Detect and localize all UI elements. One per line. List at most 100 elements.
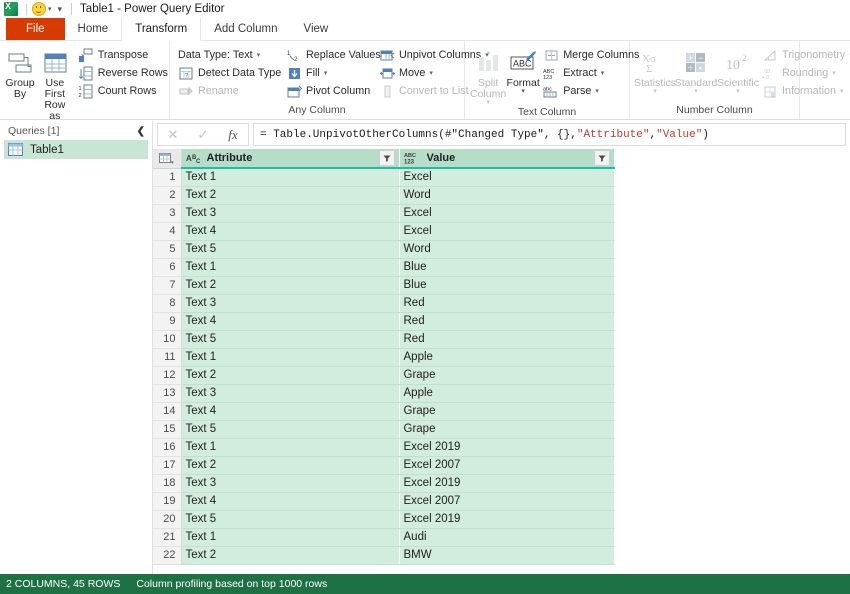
count-rows-button[interactable]: 1 2 Count Rows [75, 82, 171, 100]
cell-attribute[interactable]: Text 2 [181, 366, 399, 384]
fill-button[interactable]: Fill ▾ [283, 64, 376, 82]
extract-button[interactable]: ABC 123 Extract ▾ [540, 64, 642, 82]
unpivot-columns-button[interactable]: Unpivot Columns ▾ [376, 46, 470, 64]
cell-value[interactable]: Excel 2007 [399, 456, 614, 474]
cell-value[interactable]: Apple [399, 348, 614, 366]
smiley-icon[interactable] [32, 2, 46, 16]
cell-attribute[interactable]: Text 4 [181, 312, 399, 330]
move-button[interactable]: Move ▾ [376, 64, 470, 82]
select-all-table-icon[interactable] [153, 149, 181, 168]
formula-cancel-button[interactable]: ✕ [158, 124, 188, 145]
tab-transform[interactable]: Transform [121, 18, 201, 41]
table-row[interactable]: 3Text 3Excel [153, 204, 614, 222]
table-row[interactable]: 13Text 3Apple [153, 384, 614, 402]
table-row[interactable]: 8Text 3Red [153, 294, 614, 312]
cell-value[interactable]: Grape [399, 420, 614, 438]
standard-button[interactable]: + − ÷ × Standard ▾ [675, 45, 717, 95]
cell-value[interactable]: Red [399, 294, 614, 312]
table-row[interactable]: 22Text 2BMW [153, 546, 614, 564]
information-caret-icon[interactable]: ▾ [840, 87, 844, 95]
filter-dropdown-attribute[interactable] [379, 150, 395, 166]
cell-attribute[interactable]: Text 4 [181, 402, 399, 420]
cell-attribute[interactable]: Text 1 [181, 528, 399, 546]
cell-value[interactable]: Red [399, 312, 614, 330]
table-row[interactable]: 15Text 5Grape [153, 420, 614, 438]
data-type-button[interactable]: Data Type: Text ▾ [175, 46, 283, 64]
standard-caret-icon[interactable]: ▾ [694, 89, 698, 95]
cell-value[interactable]: Grape [399, 402, 614, 420]
cell-value[interactable]: Excel 2007 [399, 492, 614, 510]
group-by-button[interactable]: Group By [5, 45, 35, 100]
table-row[interactable]: 16Text 1Excel 2019 [153, 438, 614, 456]
format-caret-icon[interactable]: ▾ [521, 89, 525, 95]
query-list-item-table1[interactable]: Table1 [4, 140, 148, 159]
table-row[interactable]: 9Text 4Red [153, 312, 614, 330]
scientific-button[interactable]: 10 2 Scientific ▾ [717, 45, 759, 95]
pivot-column-button[interactable]: Pivot Column [283, 82, 376, 100]
move-caret-icon[interactable]: ▾ [429, 69, 433, 77]
cell-attribute[interactable]: Text 5 [181, 510, 399, 528]
column-header-value[interactable]: ABC 123 Value [399, 149, 614, 168]
replace-values-button[interactable]: 1 2 Replace Values ▾ [283, 46, 376, 64]
statistics-caret-icon[interactable]: ▾ [653, 89, 657, 95]
cell-attribute[interactable]: Text 2 [181, 546, 399, 564]
table-row[interactable]: 19Text 4Excel 2007 [153, 492, 614, 510]
detect-data-type-button[interactable]: ? Detect Data Type [175, 64, 283, 82]
cell-attribute[interactable]: Text 1 [181, 258, 399, 276]
table-row[interactable]: 4Text 4Excel [153, 222, 614, 240]
cell-attribute[interactable]: Text 4 [181, 492, 399, 510]
reverse-rows-button[interactable]: Reverse Rows [75, 64, 171, 82]
cell-value[interactable]: Excel [399, 222, 614, 240]
rounding-caret-icon[interactable]: ▾ [832, 69, 836, 77]
column-type-text-icon[interactable]: A B C [186, 152, 203, 165]
cell-value[interactable]: Red [399, 330, 614, 348]
statistics-button[interactable]: Χσ Σ Statistics ▾ [635, 45, 675, 95]
column-header-attribute[interactable]: A B C Attribute [181, 149, 399, 168]
cell-attribute[interactable]: Text 1 [181, 438, 399, 456]
scientific-caret-icon[interactable]: ▾ [736, 89, 740, 95]
table-row[interactable]: 6Text 1Blue [153, 258, 614, 276]
tab-add-column[interactable]: Add Column [201, 18, 290, 40]
parse-caret-icon[interactable]: ▾ [595, 87, 599, 95]
cell-attribute[interactable]: Text 5 [181, 240, 399, 258]
feedback-caret-icon[interactable]: ▾ [48, 5, 52, 13]
cell-value[interactable]: Blue [399, 276, 614, 294]
information-button[interactable]: Information ▾ [759, 82, 850, 100]
cell-value[interactable]: Excel 2019 [399, 438, 614, 456]
cell-attribute[interactable]: Text 3 [181, 294, 399, 312]
cell-attribute[interactable]: Text 1 [181, 168, 399, 186]
formula-input[interactable]: = Table.UnpivotOtherColumns(#"Changed Ty… [253, 123, 846, 146]
customize-quick-access-toolbar-icon[interactable]: ▾ [58, 5, 63, 14]
cell-value[interactable]: Blue [399, 258, 614, 276]
transpose-button[interactable]: Transpose [75, 46, 171, 64]
tab-file[interactable]: File [6, 18, 65, 40]
tab-view[interactable]: View [291, 18, 342, 40]
cell-attribute[interactable]: Text 4 [181, 222, 399, 240]
convert-to-list-button[interactable]: Convert to List [376, 82, 470, 100]
filter-dropdown-value[interactable] [594, 150, 610, 166]
rename-button[interactable]: Rename [175, 82, 283, 100]
collapse-queries-pane-icon[interactable]: ❮ [137, 126, 145, 137]
column-type-any-icon[interactable]: ABC 123 [404, 151, 423, 165]
cell-attribute[interactable]: Text 3 [181, 474, 399, 492]
cell-attribute[interactable]: Text 2 [181, 456, 399, 474]
cell-attribute[interactable]: Text 5 [181, 330, 399, 348]
table-row[interactable]: 21Text 1Audi [153, 528, 614, 546]
fill-caret-icon[interactable]: ▾ [324, 69, 328, 77]
table-row[interactable]: 5Text 5Word [153, 240, 614, 258]
table-row[interactable]: 18Text 3Excel 2019 [153, 474, 614, 492]
data-type-caret-icon[interactable]: ▾ [257, 51, 261, 59]
split-column-button[interactable]: Split Column ▾ [470, 45, 506, 106]
trigonometry-button[interactable]: Trigonometry ▾ [759, 46, 850, 64]
cell-value[interactable]: BMW [399, 546, 614, 564]
cell-attribute[interactable]: Text 3 [181, 204, 399, 222]
table-row[interactable]: 20Text 5Excel 2019 [153, 510, 614, 528]
merge-columns-button[interactable]: Merge Columns [540, 46, 642, 64]
table-row[interactable]: 17Text 2Excel 2007 [153, 456, 614, 474]
cell-value[interactable]: Excel [399, 168, 614, 186]
cell-value[interactable]: Word [399, 186, 614, 204]
table-row[interactable]: 1Text 1Excel [153, 168, 614, 186]
tab-home[interactable]: Home [65, 18, 122, 40]
table-row[interactable]: 11Text 1Apple [153, 348, 614, 366]
table-row[interactable]: 14Text 4Grape [153, 402, 614, 420]
